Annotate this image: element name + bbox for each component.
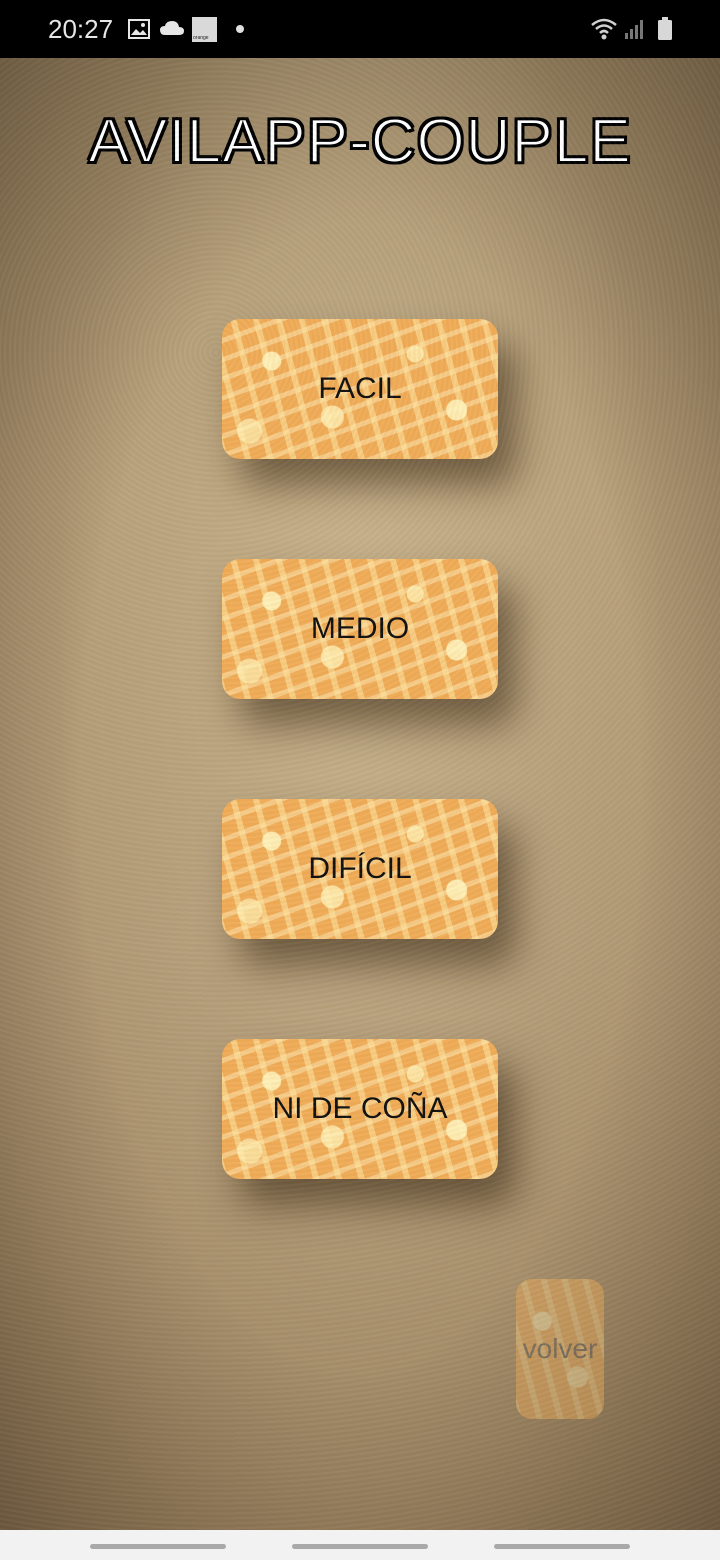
navigation-bar [0, 1530, 720, 1560]
medium-button-label: MEDIO [310, 612, 410, 645]
impossible-button[interactable]: NI DE COÑA [222, 1039, 498, 1179]
gallery-icon [128, 19, 150, 39]
nav-recents-handle[interactable] [90, 1544, 226, 1549]
nav-home-handle[interactable] [292, 1544, 428, 1549]
signal-icon [625, 20, 643, 39]
cloud-icon [160, 21, 184, 35]
nav-back-handle[interactable] [494, 1544, 630, 1549]
main-screen: AVILAPP-COUPLE FACIL MEDIO DIFÍCIL NI DE… [0, 58, 720, 1530]
medium-button[interactable]: MEDIO [222, 559, 498, 699]
hard-button[interactable]: DIFÍCIL [222, 799, 498, 939]
dot-icon [236, 25, 244, 33]
status-time: 20:27 [48, 14, 114, 44]
easy-button[interactable]: FACIL [222, 319, 498, 459]
wifi-icon [591, 18, 617, 40]
orange-icon: orange [192, 17, 217, 42]
hard-button-label: DIFÍCIL [308, 852, 412, 885]
back-button-label: volver [522, 1333, 598, 1364]
impossible-button-label: NI DE COÑA [272, 1092, 448, 1125]
back-button[interactable]: volver [516, 1279, 604, 1419]
app-title: AVILAPP-COUPLE [87, 106, 632, 177]
battery-icon [658, 17, 672, 40]
status-bar: 20:27 orange [0, 0, 720, 58]
easy-button-label: FACIL [318, 372, 402, 405]
orange-label: orange [193, 35, 209, 41]
